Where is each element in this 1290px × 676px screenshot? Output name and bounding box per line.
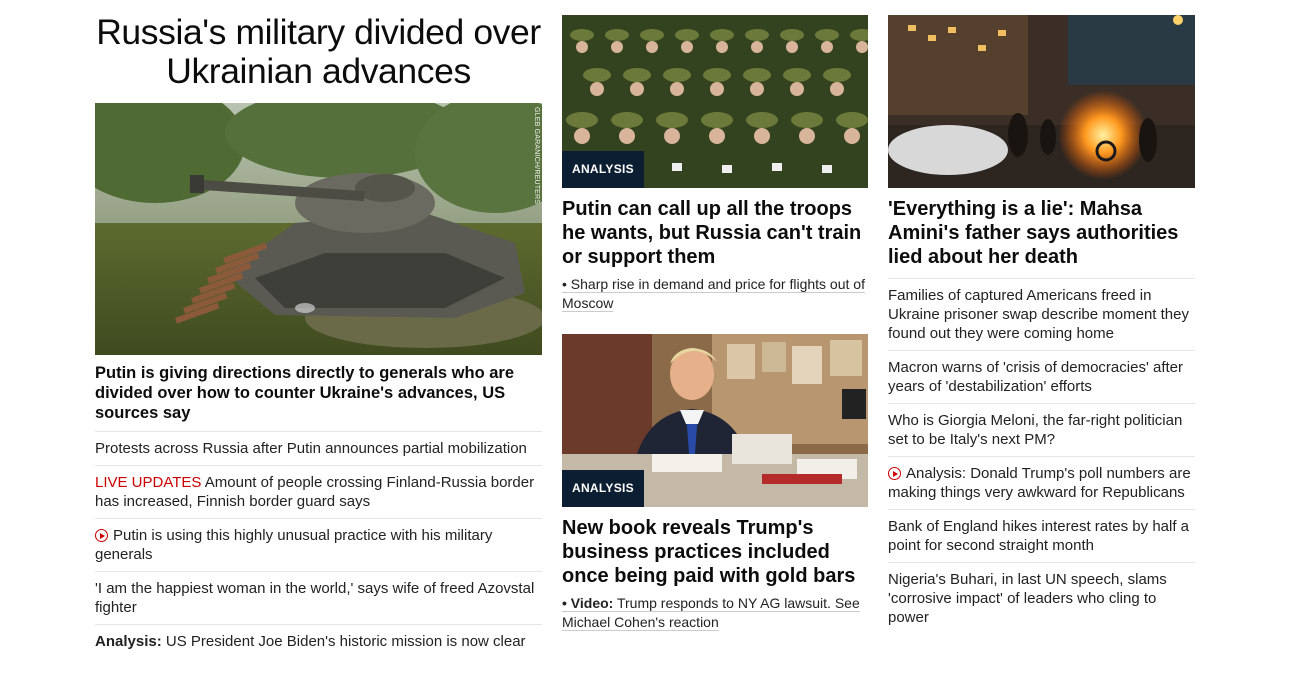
story-text: Macron warns of 'crisis of democracies' … [888, 359, 1183, 395]
story-text: Nigeria's Buhari, in last UN speech, sla… [888, 571, 1167, 626]
secondary-column: ANALYSIS Putin can call up all the troop… [562, 0, 868, 632]
live-updates-label: LIVE UPDATES [95, 474, 202, 491]
lead-subheadline[interactable]: Putin is giving directions directly to g… [95, 363, 542, 423]
video-label: • Video: [562, 595, 614, 611]
card-subtext[interactable]: • Sharp rise in demand and price for fli… [562, 275, 868, 313]
card-headline[interactable]: 'Everything is a lie': Mahsa Amini's fat… [888, 197, 1195, 269]
list-item[interactable]: 'I am the happiest woman in the world,' … [95, 571, 542, 624]
list-item[interactable]: Bank of England hikes interest rates by … [888, 509, 1195, 562]
photo-credit: GLEB GARANICH/REUTERS [533, 107, 540, 205]
story-text: Families of captured Americans freed in … [888, 287, 1189, 342]
trump-image[interactable]: ANALYSIS [562, 334, 868, 507]
list-item[interactable]: Analysis: Donald Trump's poll numbers ar… [888, 456, 1195, 509]
story-text: Protests across Russia after Putin annou… [95, 440, 527, 457]
tertiary-column: 'Everything is a lie': Mahsa Amini's fat… [888, 0, 1195, 634]
analysis-badge: ANALYSIS [562, 151, 644, 188]
list-item[interactable]: Nigeria's Buhari, in last UN speech, sla… [888, 562, 1195, 634]
tank-image[interactable]: GLEB GARANICH/REUTERS [95, 103, 542, 355]
list-item[interactable]: LIVE UPDATES Amount of people crossing F… [95, 465, 542, 518]
story-text: • Sharp rise in demand and price for fli… [562, 276, 865, 311]
list-item[interactable]: Analysis: US President Joe Biden's histo… [95, 624, 542, 658]
card-headline[interactable]: New book reveals Trump's business practi… [562, 516, 868, 588]
list-item[interactable]: Who is Giorgia Meloni, the far-right pol… [888, 403, 1195, 456]
story-text: Who is Giorgia Meloni, the far-right pol… [888, 412, 1183, 448]
list-item[interactable]: Protests across Russia after Putin annou… [95, 431, 542, 465]
card-headline[interactable]: Putin can call up all the troops he want… [562, 197, 868, 269]
analysis-label: Analysis: [95, 633, 162, 650]
list-item[interactable]: Macron warns of 'crisis of democracies' … [888, 350, 1195, 403]
card-subtext[interactable]: • Video: Trump responds to NY AG lawsuit… [562, 594, 868, 632]
protest-image[interactable] [888, 15, 1195, 188]
story-text: 'I am the happiest woman in the world,' … [95, 580, 535, 616]
troops-image[interactable]: ANALYSIS [562, 15, 868, 188]
story-text: Putin is using this highly unusual pract… [95, 527, 493, 563]
story-text: US President Joe Biden's historic missio… [161, 633, 526, 650]
main-headline[interactable]: Russia's military divided over Ukrainian… [95, 13, 542, 91]
analysis-badge: ANALYSIS [562, 470, 644, 507]
main-story-column: Russia's military divided over Ukrainian… [95, 0, 542, 658]
list-item[interactable]: Families of captured Americans freed in … [888, 278, 1195, 350]
play-icon [95, 529, 108, 542]
story-text: Bank of England hikes interest rates by … [888, 518, 1190, 554]
play-icon [888, 467, 901, 480]
list-item[interactable]: Putin is using this highly unusual pract… [95, 518, 542, 571]
story-text: Analysis: Donald Trump's poll numbers ar… [888, 465, 1191, 501]
